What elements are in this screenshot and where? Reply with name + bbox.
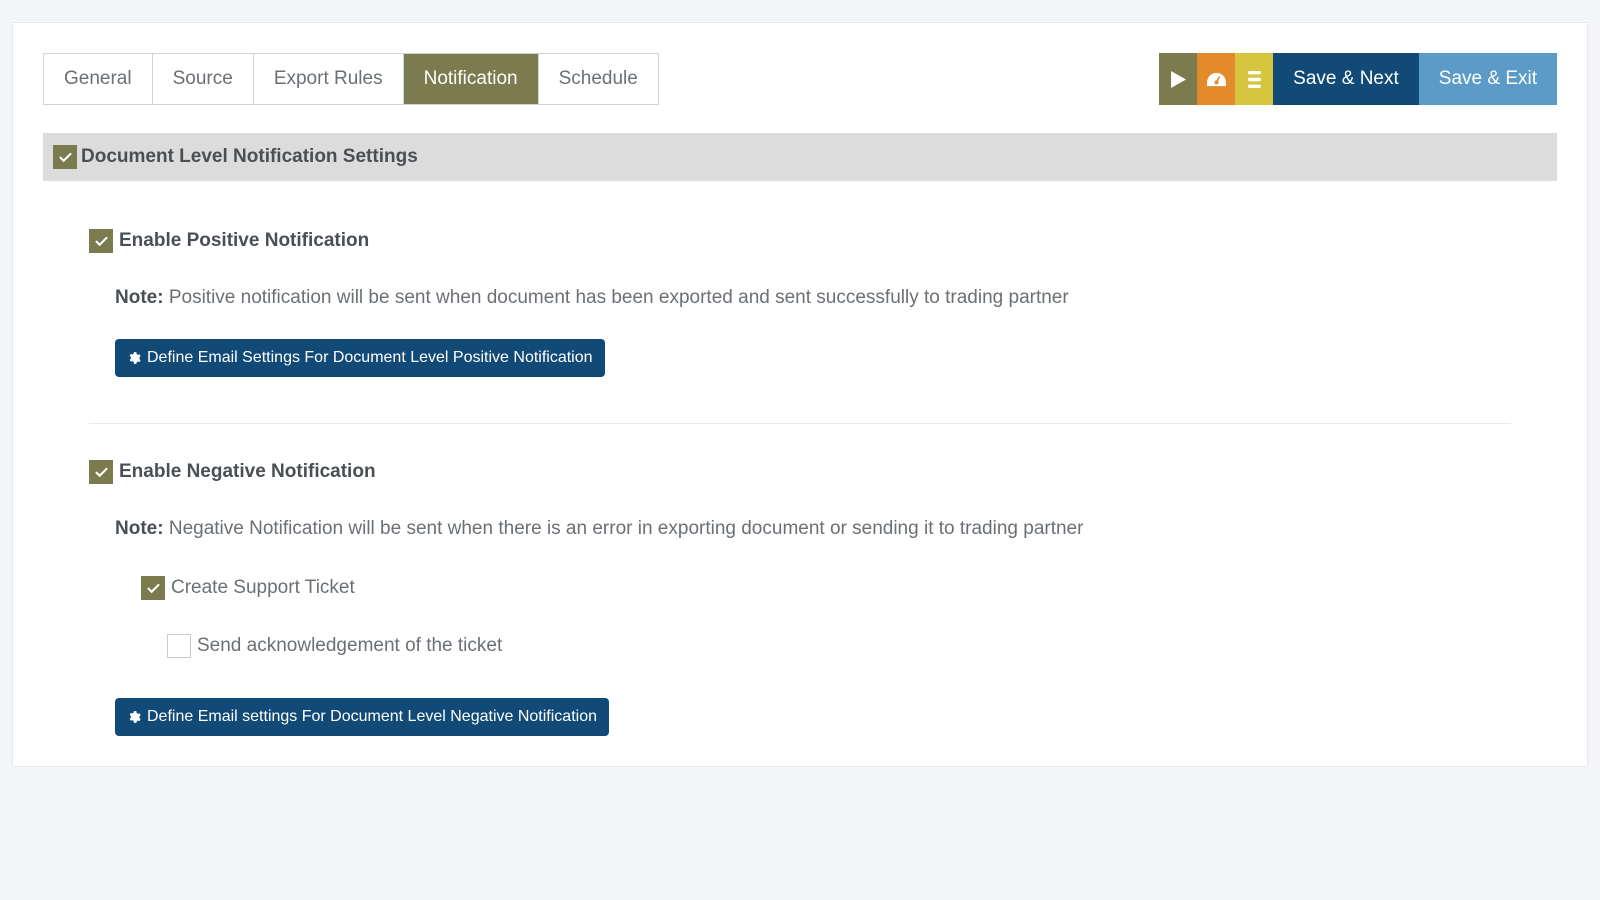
define-negative-label: Define Email settings For Document Level… xyxy=(147,708,597,726)
create-ticket-label: Create Support Ticket xyxy=(171,577,355,599)
tab-export-rules[interactable]: Export Rules xyxy=(254,54,404,104)
check-icon xyxy=(147,583,160,594)
separator xyxy=(89,423,1511,424)
dashboard-button[interactable] xyxy=(1197,53,1235,105)
send-ack-label: Send acknowledgement of the ticket xyxy=(197,635,502,657)
define-positive-label: Define Email Settings For Document Level… xyxy=(147,349,593,367)
section-title: Document Level Notification Settings xyxy=(81,146,418,168)
send-ack-row: Send acknowledgement of the ticket xyxy=(167,634,1511,658)
create-ticket-row: Create Support Ticket xyxy=(141,576,1511,600)
gauge-icon xyxy=(1207,71,1226,88)
negative-note: Note: Negative Notification will be sent… xyxy=(115,518,1511,540)
enable-negative-label: Enable Negative Notification xyxy=(119,461,376,483)
tab-source[interactable]: Source xyxy=(153,54,254,104)
action-bar: Save & Next Save & Exit xyxy=(1159,53,1557,105)
play-button[interactable] xyxy=(1159,53,1197,105)
section-checkbox[interactable] xyxy=(53,145,77,169)
tab-general[interactable]: General xyxy=(44,54,153,104)
play-icon xyxy=(1171,71,1186,88)
positive-note: Note: Positive notification will be sent… xyxy=(115,287,1511,309)
top-bar: General Source Export Rules Notification… xyxy=(43,53,1557,105)
save-next-button[interactable]: Save & Next xyxy=(1273,53,1419,105)
list-icon xyxy=(1248,71,1261,88)
tab-notification[interactable]: Notification xyxy=(404,54,539,104)
create-ticket-checkbox[interactable] xyxy=(141,576,165,600)
enable-positive-checkbox[interactable] xyxy=(89,229,113,253)
send-ack-checkbox[interactable] xyxy=(167,634,191,658)
save-exit-button[interactable]: Save & Exit xyxy=(1419,53,1557,105)
section-header: Document Level Notification Settings xyxy=(43,133,1557,181)
list-button[interactable] xyxy=(1235,53,1273,105)
define-negative-email-button[interactable]: Define Email settings For Document Level… xyxy=(115,698,609,736)
enable-positive-row: Enable Positive Notification xyxy=(89,229,1511,253)
section-body: Enable Positive Notification Note: Posit… xyxy=(43,181,1557,766)
tab-strip: General Source Export Rules Notification… xyxy=(43,53,659,105)
settings-panel: General Source Export Rules Notification… xyxy=(12,22,1588,767)
define-positive-email-button[interactable]: Define Email Settings For Document Level… xyxy=(115,339,605,377)
enable-positive-label: Enable Positive Notification xyxy=(119,230,369,252)
gear-icon xyxy=(127,351,141,365)
negative-note-text: Negative Notification will be sent when … xyxy=(164,518,1084,539)
enable-negative-row: Enable Negative Notification xyxy=(89,460,1511,484)
gear-icon xyxy=(127,710,141,724)
check-icon xyxy=(95,467,108,478)
tab-schedule[interactable]: Schedule xyxy=(539,54,658,104)
positive-note-text: Positive notification will be sent when … xyxy=(164,287,1069,308)
check-icon xyxy=(95,236,108,247)
check-icon xyxy=(59,152,72,163)
enable-negative-checkbox[interactable] xyxy=(89,460,113,484)
note-prefix: Note: xyxy=(115,518,164,539)
note-prefix: Note: xyxy=(115,287,164,308)
